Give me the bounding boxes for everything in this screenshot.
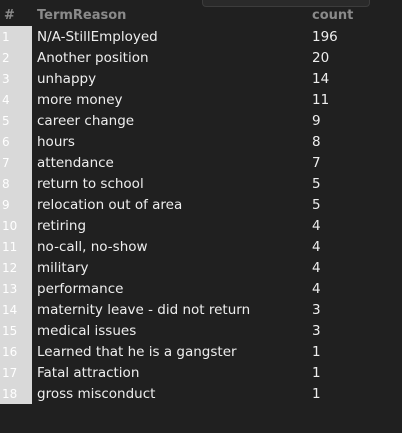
count-cell[interactable]: 8 — [312, 131, 402, 152]
termreason-cell[interactable]: relocation out of area — [32, 194, 312, 215]
row-index-cell[interactable]: 9 — [0, 194, 32, 215]
row-index-cell[interactable]: 4 — [0, 89, 32, 110]
table-row[interactable]: 3 unhappy 14 — [0, 68, 402, 89]
column-header-termreason[interactable]: TermReason — [32, 5, 312, 26]
table-row[interactable]: 15 medical issues 3 — [0, 320, 402, 341]
termreason-cell[interactable]: career change — [32, 110, 312, 131]
table-row[interactable]: 14 maternity leave - did not return 3 — [0, 299, 402, 320]
row-index-cell[interactable]: 7 — [0, 152, 32, 173]
row-index-cell[interactable]: 14 — [0, 299, 32, 320]
count-cell[interactable]: 1 — [312, 383, 402, 404]
termreason-cell[interactable]: return to school — [32, 173, 312, 194]
column-header-index[interactable]: # — [0, 5, 32, 26]
row-index-cell[interactable]: 3 — [0, 68, 32, 89]
termreason-cell[interactable]: maternity leave - did not return — [32, 299, 312, 320]
count-cell[interactable]: 7 — [312, 152, 402, 173]
row-index-cell[interactable]: 6 — [0, 131, 32, 152]
row-index-cell[interactable]: 17 — [0, 362, 32, 383]
count-cell[interactable]: 1 — [312, 362, 402, 383]
count-cell[interactable]: 5 — [312, 173, 402, 194]
table-row[interactable]: 18 gross misconduct 1 — [0, 383, 402, 404]
termreason-cell[interactable]: military — [32, 257, 312, 278]
termreason-cell[interactable]: Learned that he is a gangster — [32, 341, 312, 362]
count-cell[interactable]: 14 — [312, 68, 402, 89]
count-cell[interactable]: 3 — [312, 320, 402, 341]
row-index-cell[interactable]: 5 — [0, 110, 32, 131]
termreason-cell[interactable]: N/A-StillEmployed — [32, 26, 312, 47]
count-cell[interactable]: 4 — [312, 236, 402, 257]
count-cell[interactable]: 20 — [312, 47, 402, 68]
table-row[interactable]: 10 retiring 4 — [0, 215, 402, 236]
row-index-cell[interactable]: 11 — [0, 236, 32, 257]
termreason-cell[interactable]: medical issues — [32, 320, 312, 341]
result-table: # TermReason count 1 N/A-StillEmployed 196… — [0, 5, 402, 404]
table-row[interactable]: 9 relocation out of area 5 — [0, 194, 402, 215]
termreason-cell[interactable]: performance — [32, 278, 312, 299]
table-row[interactable]: 4 more money 11 — [0, 89, 402, 110]
termreason-cell[interactable]: hours — [32, 131, 312, 152]
table-row[interactable]: 11 no-call, no-show 4 — [0, 236, 402, 257]
termreason-cell[interactable]: no-call, no-show — [32, 236, 312, 257]
column-header-count[interactable]: count — [312, 5, 402, 26]
count-cell[interactable]: 3 — [312, 299, 402, 320]
table-row[interactable]: 17 Fatal attraction 1 — [0, 362, 402, 383]
table-row[interactable]: 7 attendance 7 — [0, 152, 402, 173]
termreason-cell[interactable]: gross misconduct — [32, 383, 312, 404]
count-cell[interactable]: 1 — [312, 341, 402, 362]
termreason-cell[interactable]: Fatal attraction — [32, 362, 312, 383]
row-index-cell[interactable]: 18 — [0, 383, 32, 404]
table-header-row: # TermReason count — [0, 5, 402, 26]
termreason-cell[interactable]: attendance — [32, 152, 312, 173]
row-index-cell[interactable]: 12 — [0, 257, 32, 278]
count-cell[interactable]: 5 — [312, 194, 402, 215]
termreason-cell[interactable]: unhappy — [32, 68, 312, 89]
table-row[interactable]: 6 hours 8 — [0, 131, 402, 152]
table-row[interactable]: 16 Learned that he is a gangster 1 — [0, 341, 402, 362]
count-cell[interactable]: 4 — [312, 215, 402, 236]
row-index-cell[interactable]: 2 — [0, 47, 32, 68]
row-index-cell[interactable]: 15 — [0, 320, 32, 341]
table-body: 1 N/A-StillEmployed 196 2 Another position 20… — [0, 26, 402, 404]
termreason-cell[interactable]: more money — [32, 89, 312, 110]
termreason-cell[interactable]: retiring — [32, 215, 312, 236]
row-index-cell[interactable]: 13 — [0, 278, 32, 299]
table-row[interactable]: 2 Another position 20 — [0, 47, 402, 68]
row-index-cell[interactable]: 8 — [0, 173, 32, 194]
row-index-cell[interactable]: 16 — [0, 341, 32, 362]
table-row[interactable]: 12 military 4 — [0, 257, 402, 278]
row-index-cell[interactable]: 1 — [0, 26, 32, 47]
table-row[interactable]: 5 career change 9 — [0, 110, 402, 131]
termreason-cell[interactable]: Another position — [32, 47, 312, 68]
count-cell[interactable]: 4 — [312, 257, 402, 278]
row-index-cell[interactable]: 10 — [0, 215, 32, 236]
table-row[interactable]: 1 N/A-StillEmployed 196 — [0, 26, 402, 47]
count-cell[interactable]: 9 — [312, 110, 402, 131]
count-cell[interactable]: 11 — [312, 89, 402, 110]
table-row[interactable]: 13 performance 4 — [0, 278, 402, 299]
count-cell[interactable]: 196 — [312, 26, 402, 47]
count-cell[interactable]: 4 — [312, 278, 402, 299]
table-row[interactable]: 8 return to school 5 — [0, 173, 402, 194]
